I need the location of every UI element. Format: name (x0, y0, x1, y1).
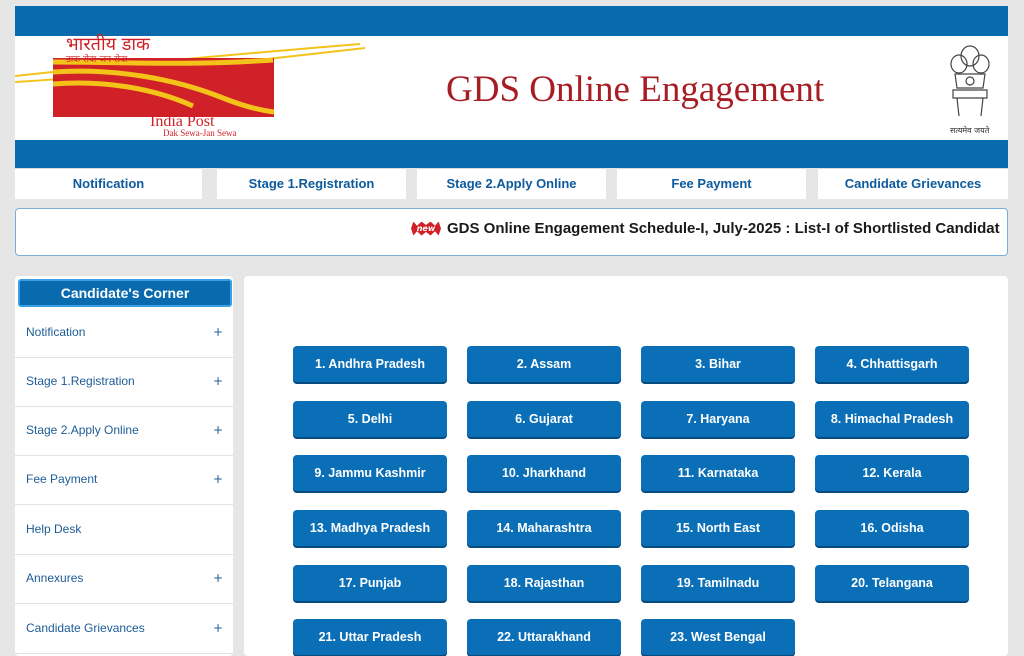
state-button-uttar-pradesh[interactable]: 21. Uttar Pradesh (293, 619, 447, 655)
sidebar-item-label: Notification (26, 325, 86, 339)
top-navigation: Notification Stage 1.Registration Stage … (15, 168, 1008, 199)
india-post-logo (52, 57, 275, 117)
state-button-telangana[interactable]: 20. Telangana (815, 565, 969, 601)
sidebar-item-stage1-registration[interactable]: Stage 1.Registration + (15, 358, 233, 407)
sidebar-title: Candidate's Corner (18, 279, 232, 307)
state-button-kerala[interactable]: 12. Kerala (815, 455, 969, 491)
state-button-rajasthan[interactable]: 18. Rajasthan (467, 565, 621, 601)
sidebar-item-label: Candidate Grievances (26, 621, 145, 635)
emblem-motto: सत्यमेव जयते (950, 126, 990, 135)
sidebar-item-stage2-apply-online[interactable]: Stage 2.Apply Online + (15, 407, 233, 456)
state-button-tamilnadu[interactable]: 19. Tamilnadu (641, 565, 795, 601)
sidebar-item-label: Stage 1.Registration (26, 374, 135, 388)
sidebar-item-candidate-grievances[interactable]: Candidate Grievances + (15, 605, 233, 654)
logo-tagline: Dak Sewa-Jan Sewa (163, 128, 237, 138)
sidebar-item-notification[interactable]: Notification + (15, 309, 233, 358)
state-button-punjab[interactable]: 17. Punjab (293, 565, 447, 601)
nav-stage2-apply-online[interactable]: Stage 2.Apply Online (417, 168, 606, 199)
state-button-andhra-pradesh[interactable]: 1. Andhra Pradesh (293, 346, 447, 382)
header-bottom-strip (15, 140, 1008, 168)
expand-plus-icon: + (212, 621, 223, 635)
sidebar-item-label: Fee Payment (26, 472, 98, 486)
state-button-jammu-kashmir[interactable]: 9. Jammu Kashmir (293, 455, 447, 491)
header-top-strip (15, 6, 1008, 36)
national-emblem-icon (950, 45, 990, 117)
state-button-karnataka[interactable]: 11. Karnataka (641, 455, 795, 491)
nav-stage1-registration[interactable]: Stage 1.Registration (217, 168, 406, 199)
expand-plus-icon: + (212, 374, 223, 388)
state-button-gujarat[interactable]: 6. Gujarat (467, 401, 621, 437)
state-button-haryana[interactable]: 7. Haryana (641, 401, 795, 437)
state-button-bihar[interactable]: 3. Bihar (641, 346, 795, 382)
sidebar-item-fee-payment[interactable]: Fee Payment + (15, 456, 233, 505)
state-button-north-east[interactable]: 15. North East (641, 510, 795, 546)
state-button-maharashtra[interactable]: 14. Maharashtra (467, 510, 621, 546)
state-button-delhi[interactable]: 5. Delhi (293, 401, 447, 437)
expand-plus-icon: + (212, 472, 223, 486)
sidebar-item-annexures[interactable]: Annexures + (15, 555, 233, 604)
logo-hindi-subtext: डाक सेवा-जन सेवा (66, 55, 128, 65)
sidebar-item-label: Help Desk (26, 522, 82, 536)
nav-fee-payment[interactable]: Fee Payment (617, 168, 806, 199)
state-button-himachal-pradesh[interactable]: 8. Himachal Pradesh (815, 401, 969, 437)
nav-candidate-grievances[interactable]: Candidate Grievances (818, 168, 1008, 199)
state-button-west-bengal[interactable]: 23. West Bengal (641, 619, 795, 655)
sidebar-item-label: Stage 2.Apply Online (26, 423, 139, 437)
sidebar-item-help-desk[interactable]: Help Desk (15, 506, 233, 555)
expand-plus-icon: + (212, 423, 223, 437)
sidebar-item-label: Annexures (26, 571, 84, 585)
new-badge-icon: new (411, 221, 441, 236)
announcement-link[interactable]: GDS Online Engagement Schedule-I, July-2… (447, 220, 1000, 237)
state-button-chhattisgarh[interactable]: 4. Chhattisgarh (815, 346, 969, 382)
state-button-madhya-pradesh[interactable]: 13. Madhya Pradesh (293, 510, 447, 546)
page-title: GDS Online Engagement (446, 69, 825, 110)
nav-notification[interactable]: Notification (15, 168, 202, 199)
state-button-jharkhand[interactable]: 10. Jharkhand (467, 455, 621, 491)
candidates-corner-sidebar: Candidate's Corner Notification + Stage … (15, 276, 233, 656)
expand-plus-icon: + (212, 325, 223, 339)
state-button-uttarakhand[interactable]: 22. Uttarakhand (467, 619, 621, 655)
state-selection-panel: 1. Andhra Pradesh 2. Assam 3. Bihar 4. C… (244, 276, 1008, 656)
state-button-assam[interactable]: 2. Assam (467, 346, 621, 382)
state-button-odisha[interactable]: 16. Odisha (815, 510, 969, 546)
announcement-ticker: new GDS Online Engagement Schedule-I, Ju… (15, 208, 1008, 256)
expand-plus-icon: + (212, 571, 223, 585)
